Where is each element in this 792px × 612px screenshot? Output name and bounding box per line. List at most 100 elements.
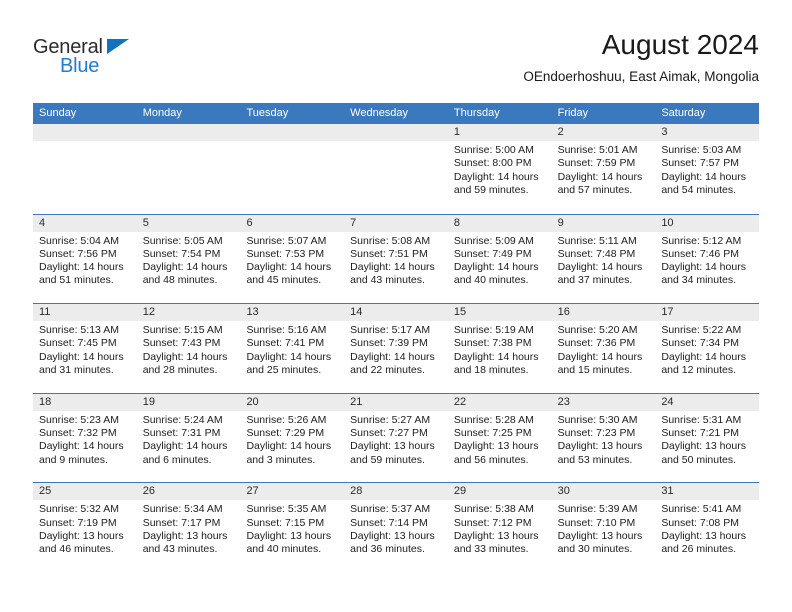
calendar-day-cell[interactable]: 14 Sunrise: 5:17 AM Sunset: 7:39 PM Dayligh… bbox=[344, 304, 448, 393]
day-number-band: 28 bbox=[344, 483, 448, 501]
calendar-day-cell[interactable]: 25 Sunrise: 5:32 AM Sunset: 7:19 PM Dayligh… bbox=[33, 483, 137, 572]
calendar-day-cell[interactable]: 15 Sunrise: 5:19 AM Sunset: 7:38 PM Dayligh… bbox=[447, 304, 552, 393]
day-details: Sunrise: 5:07 AM Sunset: 7:53 PM Daylight:… bbox=[240, 232, 344, 288]
calendar-day-cell[interactable]: 8 Sunrise: 5:09 AM Sunset: 7:49 PM Daylight… bbox=[447, 214, 552, 304]
calendar-day-cell[interactable]: 5 Sunrise: 5:05 AM Sunset: 7:54 PM Daylight… bbox=[136, 214, 241, 304]
calendar-day-cell[interactable]: 7 Sunrise: 5:08 AM Sunset: 7:51 PM Daylight… bbox=[344, 214, 448, 304]
daylight-text-line2: and 45 minutes. bbox=[246, 274, 322, 287]
day-number-band: 23 bbox=[551, 393, 656, 411]
day-number-band: 16 bbox=[551, 304, 656, 322]
sunrise-text: Sunrise: 5:07 AM bbox=[246, 234, 327, 247]
sunset-text: Sunset: 7:49 PM bbox=[453, 247, 532, 260]
day-details: Sunrise: 5:16 AM Sunset: 7:41 PM Daylight:… bbox=[240, 321, 344, 377]
calendar-day-cell[interactable]: 16 Sunrise: 5:20 AM Sunset: 7:36 PM Dayligh… bbox=[551, 304, 656, 393]
calendar-day-cell[interactable]: 17 Sunrise: 5:22 AM Sunset: 7:34 PM Dayligh… bbox=[655, 304, 760, 393]
calendar-week-row: 25 Sunrise: 5:32 AM Sunset: 7:19 PM Dayligh… bbox=[33, 482, 760, 572]
sunset-text: Sunset: 7:21 PM bbox=[661, 427, 739, 440]
day-details: Sunrise: 5:12 AM Sunset: 7:46 PM Daylight:… bbox=[655, 232, 759, 288]
calendar-day-cell[interactable]: 30 Sunrise: 5:39 AM Sunset: 7:10 PM Dayligh… bbox=[551, 483, 656, 572]
calendar-day-cell[interactable]: 13 Sunrise: 5:16 AM Sunset: 7:41 PM Dayligh… bbox=[240, 304, 345, 393]
sunset-text: Sunset: 7:17 PM bbox=[142, 516, 221, 529]
daylight-text-line1: Daylight: 13 hours bbox=[557, 440, 643, 453]
day-number-band: 9 bbox=[551, 214, 656, 232]
daylight-text-line2: and 30 minutes. bbox=[557, 543, 633, 556]
day-details bbox=[33, 141, 137, 144]
calendar-day-cell[interactable]: 31 Sunrise: 5:41 AM Sunset: 7:08 PM Dayligh… bbox=[655, 483, 760, 572]
daylight-text-line1: Daylight: 14 hours bbox=[557, 170, 643, 183]
day-details: Sunrise: 5:17 AM Sunset: 7:39 PM Daylight:… bbox=[344, 321, 448, 377]
calendar-day-cell[interactable]: 19 Sunrise: 5:24 AM Sunset: 7:31 PM Dayligh… bbox=[136, 393, 241, 483]
sunrise-text: Sunrise: 5:28 AM bbox=[453, 413, 534, 426]
calendar-day-cell[interactable]: 29 Sunrise: 5:38 AM Sunset: 7:12 PM Dayligh… bbox=[447, 483, 552, 572]
generalblue-logo[interactable]: General Blue bbox=[33, 36, 153, 80]
day-number-band: 8 bbox=[447, 214, 552, 232]
calendar-day-cell[interactable]: 28 Sunrise: 5:37 AM Sunset: 7:14 PM Dayligh… bbox=[344, 483, 448, 572]
day-number: 13 bbox=[246, 306, 259, 319]
calendar-day-cell[interactable]: 26 Sunrise: 5:34 AM Sunset: 7:17 PM Dayligh… bbox=[136, 483, 241, 572]
sunset-text: Sunset: 7:27 PM bbox=[350, 427, 428, 440]
daylight-text-line1: Daylight: 14 hours bbox=[661, 350, 746, 363]
calendar-day-cell[interactable]: 10 Sunrise: 5:12 AM Sunset: 7:46 PM Dayligh… bbox=[655, 214, 760, 304]
calendar-day-cell[interactable]: 11 Sunrise: 5:13 AM Sunset: 7:45 PM Dayligh… bbox=[33, 304, 137, 393]
sunset-text: Sunset: 7:36 PM bbox=[557, 337, 636, 350]
day-details: Sunrise: 5:38 AM Sunset: 7:12 PM Daylight:… bbox=[448, 500, 552, 556]
calendar-day-cell[interactable]: 6 Sunrise: 5:07 AM Sunset: 7:53 PM Daylight… bbox=[240, 214, 345, 304]
calendar-day-cell[interactable]: 3 Sunrise: 5:03 AM Sunset: 7:57 PM Daylight… bbox=[655, 124, 760, 214]
calendar-day-cell[interactable]: 21 Sunrise: 5:27 AM Sunset: 7:27 PM Dayligh… bbox=[344, 393, 448, 483]
sunrise-text: Sunrise: 5:37 AM bbox=[350, 503, 431, 516]
day-details: Sunrise: 5:28 AM Sunset: 7:25 PM Daylight:… bbox=[448, 411, 552, 467]
calendar-day-cell[interactable]: 18 Sunrise: 5:23 AM Sunset: 7:32 PM Dayligh… bbox=[33, 393, 137, 483]
daylight-text-line2: and 43 minutes. bbox=[142, 543, 218, 556]
day-details: Sunrise: 5:26 AM Sunset: 7:29 PM Daylight:… bbox=[240, 411, 344, 467]
day-number-band: 31 bbox=[655, 483, 760, 501]
calendar-page: General Blue August 2024 OEndoerhoshuu, … bbox=[0, 0, 792, 612]
day-details: Sunrise: 5:23 AM Sunset: 7:32 PM Daylight:… bbox=[33, 411, 137, 467]
calendar-day-cell[interactable]: 20 Sunrise: 5:26 AM Sunset: 7:29 PM Dayligh… bbox=[240, 393, 345, 483]
sunset-text: Sunset: 7:23 PM bbox=[557, 427, 636, 440]
day-number: 11 bbox=[39, 306, 51, 319]
daylight-text-line2: and 18 minutes. bbox=[453, 364, 529, 377]
day-details: Sunrise: 5:00 AM Sunset: 8:00 PM Daylight:… bbox=[448, 141, 552, 197]
calendar-day-cell[interactable]: 9 Sunrise: 5:11 AM Sunset: 7:48 PM Daylight… bbox=[551, 214, 656, 304]
daylight-text-line1: Daylight: 13 hours bbox=[661, 440, 746, 453]
daylight-text-line2: and 53 minutes. bbox=[557, 453, 633, 466]
sunset-text: Sunset: 7:31 PM bbox=[142, 427, 221, 440]
day-details: Sunrise: 5:27 AM Sunset: 7:27 PM Daylight:… bbox=[344, 411, 448, 467]
day-number-band: 20 bbox=[240, 393, 345, 411]
page-title: August 2024 bbox=[601, 29, 759, 60]
daylight-text-line1: Daylight: 14 hours bbox=[350, 261, 435, 274]
daylight-text-line2: and 43 minutes. bbox=[350, 274, 425, 287]
sunset-text: Sunset: 7:29 PM bbox=[246, 427, 325, 440]
weekday-header-wednesday: Wednesday bbox=[350, 107, 409, 119]
calendar-day-cell[interactable]: 24 Sunrise: 5:31 AM Sunset: 7:21 PM Dayligh… bbox=[655, 393, 760, 483]
calendar-day-cell[interactable]: 12 Sunrise: 5:15 AM Sunset: 7:43 PM Dayligh… bbox=[136, 304, 241, 393]
day-details: Sunrise: 5:19 AM Sunset: 7:38 PM Daylight:… bbox=[448, 321, 552, 377]
day-number-band bbox=[344, 124, 448, 141]
sunset-text: Sunset: 7:56 PM bbox=[39, 247, 117, 260]
sunset-text: Sunset: 7:41 PM bbox=[246, 337, 325, 350]
daylight-text-line1: Daylight: 14 hours bbox=[39, 440, 124, 453]
day-number-band: 29 bbox=[447, 483, 552, 501]
calendar-day-cell[interactable]: 27 Sunrise: 5:35 AM Sunset: 7:15 PM Dayligh… bbox=[240, 483, 345, 572]
sunset-text: Sunset: 7:14 PM bbox=[350, 516, 428, 529]
daylight-text-line1: Daylight: 13 hours bbox=[453, 529, 539, 542]
day-number-band: 30 bbox=[551, 483, 656, 501]
day-number: 28 bbox=[350, 485, 363, 498]
day-number: 22 bbox=[453, 395, 467, 408]
calendar-day-cell[interactable]: 23 Sunrise: 5:30 AM Sunset: 7:23 PM Dayligh… bbox=[551, 393, 656, 483]
sunrise-text: Sunrise: 5:35 AM bbox=[246, 503, 327, 516]
calendar-weeks: 1 Sunrise: 5:00 AM Sunset: 8:00 PM Daylight… bbox=[33, 124, 760, 572]
daylight-text-line2: and 34 minutes. bbox=[661, 274, 737, 287]
day-details: Sunrise: 5:34 AM Sunset: 7:17 PM Daylight:… bbox=[137, 500, 241, 556]
sunrise-text: Sunrise: 5:27 AM bbox=[350, 413, 431, 426]
daylight-text-line2: and 31 minutes. bbox=[39, 364, 114, 377]
calendar-day-cell[interactable]: 1 Sunrise: 5:00 AM Sunset: 8:00 PM Daylight… bbox=[447, 124, 552, 214]
daylight-text-line1: Daylight: 14 hours bbox=[453, 350, 539, 363]
daylight-text-line2: and 37 minutes. bbox=[557, 274, 633, 287]
calendar-day-cell[interactable]: 2 Sunrise: 5:01 AM Sunset: 7:59 PM Daylight… bbox=[551, 124, 656, 214]
sunset-text: Sunset: 7:15 PM bbox=[246, 516, 325, 529]
calendar-day-cell[interactable]: 4 Sunrise: 5:04 AM Sunset: 7:56 PM Daylight… bbox=[33, 214, 137, 304]
day-number-band: 22 bbox=[447, 393, 552, 411]
calendar-day-cell[interactable]: 22 Sunrise: 5:28 AM Sunset: 7:25 PM Dayligh… bbox=[447, 393, 552, 483]
daylight-text-line2: and 25 minutes. bbox=[246, 364, 322, 377]
